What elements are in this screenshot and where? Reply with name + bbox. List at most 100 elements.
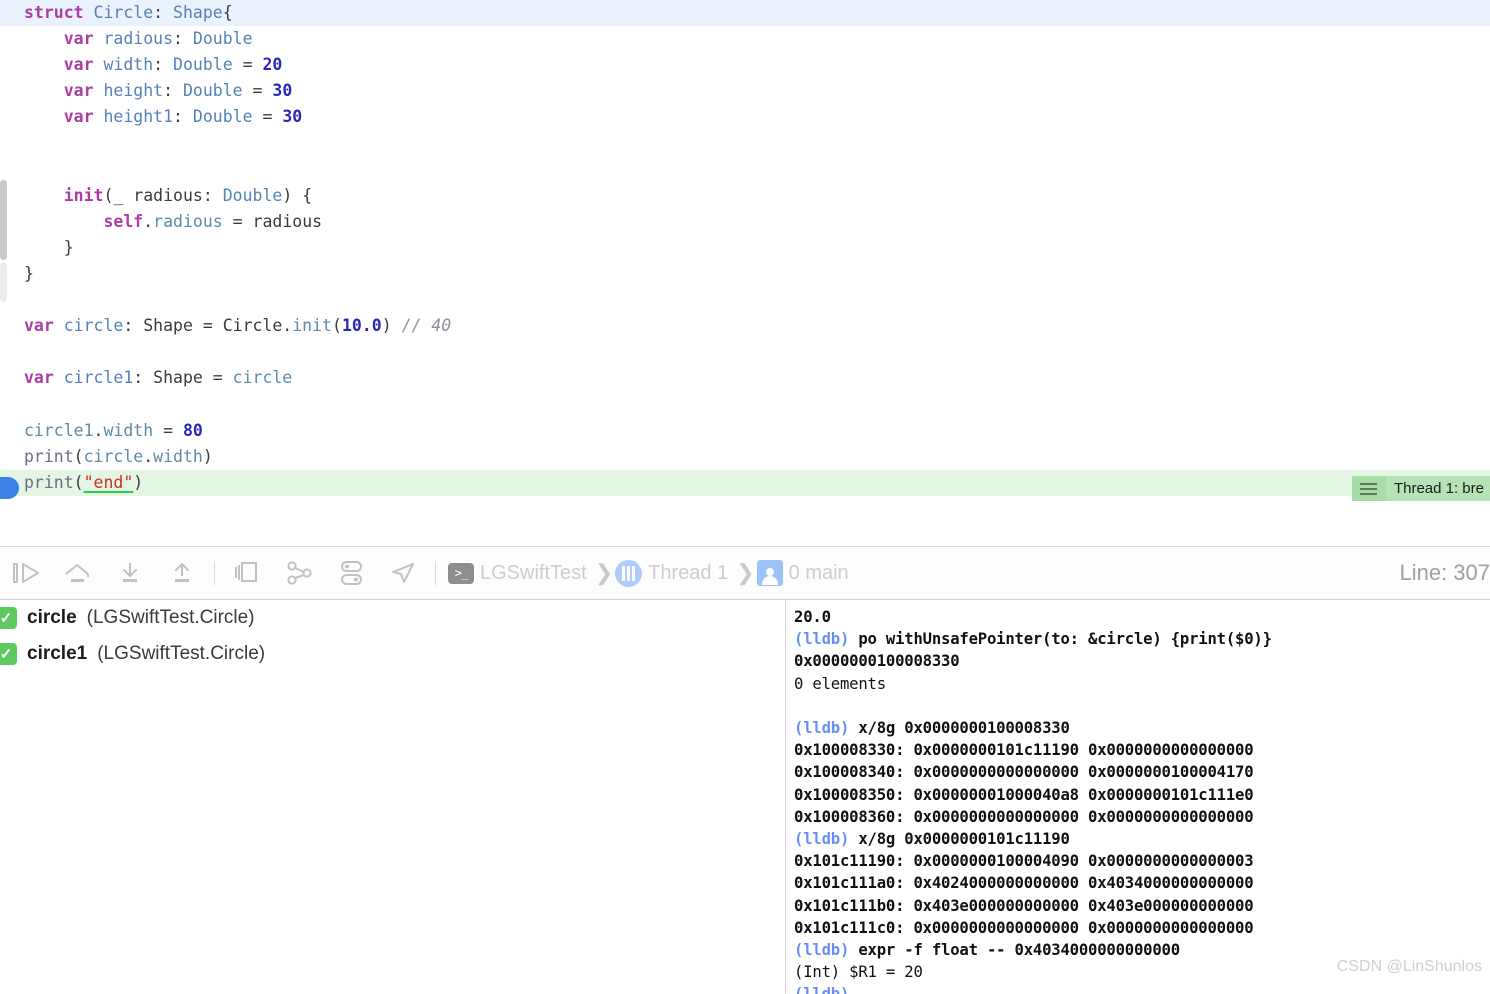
- xcode-debug-window: struct Circle: Shape{ var radious: Doubl…: [0, 0, 1490, 994]
- line-info-label: Line: 307: [1399, 560, 1490, 585]
- code-line[interactable]: init(_ radious: Double) {: [0, 183, 1490, 209]
- code-line[interactable]: }: [0, 261, 1490, 287]
- console-text: 0x101c111c0: 0x0000000000000000 0x000000…: [794, 918, 1254, 937]
- step-out-button[interactable]: [156, 546, 208, 600]
- view-hierarchy-button[interactable]: [221, 546, 273, 600]
- code-token: circle1: [63, 368, 134, 388]
- breadcrumb-thread[interactable]: Thread 1: [642, 562, 734, 585]
- breadcrumb-frame[interactable]: 0 main: [783, 562, 855, 585]
- console-line: 0x100008340: 0x0000000000000000 0x000000…: [794, 761, 1490, 783]
- debug-toolbar[interactable]: >_ LGSwiftTest ❯ Thread 1 ❯ 0 main Line:…: [0, 546, 1490, 600]
- breadcrumb-process[interactable]: LGSwiftTest: [474, 562, 593, 585]
- code-fold-indicator-secondary[interactable]: [0, 262, 7, 302]
- code-editor[interactable]: struct Circle: Shape{ var radious: Doubl…: [0, 0, 1490, 546]
- code-token: :: [153, 55, 174, 75]
- console-line: 0x101c11190: 0x0000000100004090 0x000000…: [794, 850, 1490, 872]
- breadcrumb[interactable]: >_ LGSwiftTest ❯ Thread 1 ❯ 0 main: [448, 559, 855, 587]
- step-out-icon: [175, 563, 189, 582]
- hamburger-icon[interactable]: [1351, 476, 1386, 501]
- console-line: 0x0000000100008330: [794, 650, 1490, 672]
- code-fold-indicator[interactable]: [0, 180, 7, 260]
- step-over-icon: [65, 564, 89, 582]
- code-token: 30: [282, 107, 303, 127]
- variables-pane[interactable]: ✓ circle (LGSwiftTest.Circle) ✓ circle1 (LGSw…: [0, 600, 785, 994]
- code-token: =: [153, 420, 183, 440]
- code-line[interactable]: [0, 287, 1490, 313]
- console-line: (lldb) x/8g 0x0000000101c11190: [794, 828, 1490, 850]
- toggles-icon: [341, 561, 362, 585]
- breadcrumb-chevron-1: ❯: [594, 560, 614, 585]
- console-text: 0x100008350: 0x00000001000040a8 0x000000…: [794, 785, 1254, 804]
- thread-status-badge[interactable]: Thread 1: bre: [1351, 476, 1490, 501]
- breadcrumb-chevron-2: ❯: [736, 560, 755, 585]
- code-line[interactable]: print(circle.width): [0, 444, 1490, 470]
- debug-view-button[interactable]: [273, 546, 325, 600]
- console-text: po withUnsafePointer(to: &circle) {print…: [849, 630, 1272, 649]
- variable-row[interactable]: ✓ circle1 (LGSwiftTest.Circle): [0, 636, 785, 672]
- console-output-pane[interactable]: 20.0 (lldb) po withUnsafePointer(to: &cir…: [786, 600, 1490, 994]
- step-into-button[interactable]: [104, 546, 156, 600]
- code-line[interactable]: var width: Double = 20: [0, 52, 1490, 78]
- console-line: 0x101c111c0: 0x0000000000000000 0x000000…: [794, 917, 1490, 939]
- frame-person-icon: [756, 560, 783, 586]
- step-over-button[interactable]: [52, 546, 104, 600]
- code-line[interactable]: [0, 391, 1490, 417]
- code-token: : Shape = Circle.: [123, 316, 293, 336]
- code-token: :: [163, 81, 183, 101]
- console-line: 0x100008360: 0x0000000000000000 0x000000…: [794, 806, 1490, 828]
- code-token: width: [153, 446, 203, 466]
- code-line[interactable]: print("end"): [0, 469, 1490, 496]
- code-token: Double: [192, 29, 253, 49]
- code-line[interactable]: struct Circle: Shape{: [0, 0, 1490, 27]
- toolbar-divider-2: [435, 561, 436, 585]
- code-token: struct: [24, 3, 94, 22]
- simulate-location-button[interactable]: [377, 546, 429, 600]
- code-line[interactable]: [0, 339, 1490, 365]
- code-token: ) {: [282, 185, 313, 205]
- console-line: (lldb): [794, 983, 1490, 994]
- lldb-prompt: (lldb): [794, 941, 850, 960]
- code-token: circle1: [24, 420, 94, 440]
- code-token: "end": [83, 472, 134, 492]
- code-token: var: [63, 55, 104, 75]
- code-line[interactable]: var circle1: Shape = circle: [0, 365, 1490, 391]
- code-line[interactable]: var height1: Double = 30: [0, 104, 1490, 130]
- console-text: 0x101c111a0: 0x4024000000000000 0x403400…: [794, 874, 1254, 893]
- code-line[interactable]: [0, 130, 1490, 156]
- code-token: Shape: [173, 3, 223, 22]
- code-token: .: [143, 211, 154, 231]
- code-line[interactable]: circle1.width = 80: [0, 418, 1490, 444]
- code-token: var: [63, 107, 104, 127]
- code-lines[interactable]: struct Circle: Shape{ var radious: Doubl…: [0, 0, 1490, 496]
- code-line[interactable]: var height: Double = 30: [0, 78, 1490, 104]
- code-line[interactable]: self.radious = radious: [0, 209, 1490, 235]
- location-arrow-icon: [392, 563, 414, 583]
- code-token: circle: [63, 316, 124, 336]
- code-token: width: [103, 55, 154, 75]
- code-token: print: [24, 446, 74, 466]
- variable-row[interactable]: ✓ circle (LGSwiftTest.Circle): [0, 600, 785, 636]
- code-token: init: [63, 185, 104, 205]
- lldb-prompt: (lldb): [794, 719, 850, 738]
- toolbar-divider-1: [214, 561, 215, 585]
- code-token: (: [73, 472, 84, 492]
- code-line[interactable]: [0, 157, 1490, 183]
- code-token: :: [153, 3, 174, 22]
- console-text: 0x101c11190: 0x0000000100004090 0x000000…: [794, 852, 1254, 871]
- code-line[interactable]: var circle: Shape = Circle.init(10.0) //…: [0, 313, 1490, 339]
- console-text: x/8g 0x0000000100008330: [849, 719, 1070, 738]
- code-line[interactable]: }: [0, 235, 1490, 261]
- terminal-icon: >_: [448, 562, 474, 584]
- code-token: Double: [192, 107, 253, 127]
- code-token: self: [103, 211, 144, 231]
- node-graph-icon: [287, 561, 312, 585]
- watermark: CSDN @LinShunlos: [1336, 958, 1482, 975]
- code-token: height: [103, 81, 164, 101]
- memory-graph-button[interactable]: [325, 546, 377, 600]
- continue-button[interactable]: [0, 546, 52, 600]
- code-line[interactable]: var radious: Double: [0, 26, 1490, 52]
